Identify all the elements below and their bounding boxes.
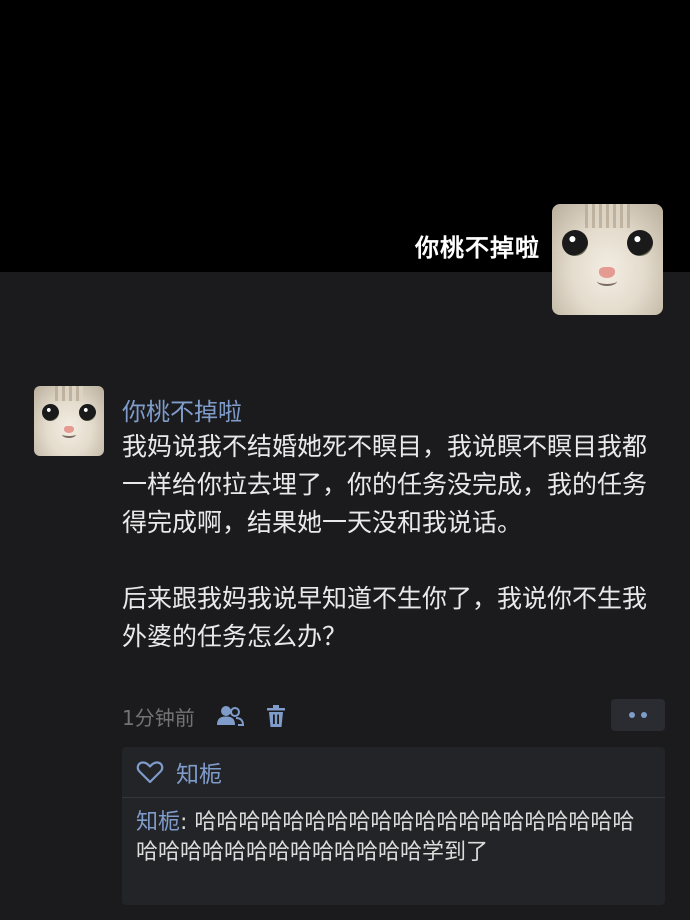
- comment-author[interactable]: 知栀: [136, 810, 180, 835]
- profile-avatar[interactable]: [552, 204, 663, 315]
- post-paragraph: 我妈说我不结婚她死不瞑目，我说瞑不瞑目我都一样给你拉去埋了，你的任务没完成，我的…: [122, 432, 648, 537]
- liker-name[interactable]: 知栀: [176, 755, 222, 789]
- post-author-name[interactable]: 你桃不掉啦: [122, 392, 242, 427]
- user-permissions-icon[interactable]: [215, 704, 245, 728]
- post-author-avatar[interactable]: [34, 386, 104, 456]
- post-meta: 1分钟前: [122, 702, 287, 730]
- more-button[interactable]: [611, 699, 665, 731]
- comment-separator: :: [180, 810, 195, 835]
- more-icon: [629, 712, 635, 718]
- post-content: 我妈说我不结婚她死不瞑目，我说瞑不瞑目我都一样给你拉去埋了，你的任务没完成，我的…: [122, 428, 662, 656]
- trash-icon[interactable]: [265, 704, 287, 728]
- comment-text: 哈哈哈哈哈哈哈哈哈哈哈哈哈哈哈哈哈哈哈哈哈哈哈哈哈哈哈哈哈哈哈哈哈学到了: [136, 810, 635, 865]
- likes-comments-panel: 知栀 知栀: 哈哈哈哈哈哈哈哈哈哈哈哈哈哈哈哈哈哈哈哈哈哈哈哈哈哈哈哈哈哈哈哈哈…: [122, 747, 665, 905]
- comment-item[interactable]: 知栀: 哈哈哈哈哈哈哈哈哈哈哈哈哈哈哈哈哈哈哈哈哈哈哈哈哈哈哈哈哈哈哈哈哈学到了: [122, 798, 665, 868]
- profile-name: 你桃不掉啦: [415, 234, 540, 262]
- post-paragraph: 后来跟我妈我说早知道不生你了，我说你不生我外婆的任务怎么办？: [122, 584, 648, 651]
- post-time: 1分钟前: [122, 705, 195, 730]
- likes-row: 知栀: [122, 747, 665, 798]
- heart-icon: [136, 761, 164, 784]
